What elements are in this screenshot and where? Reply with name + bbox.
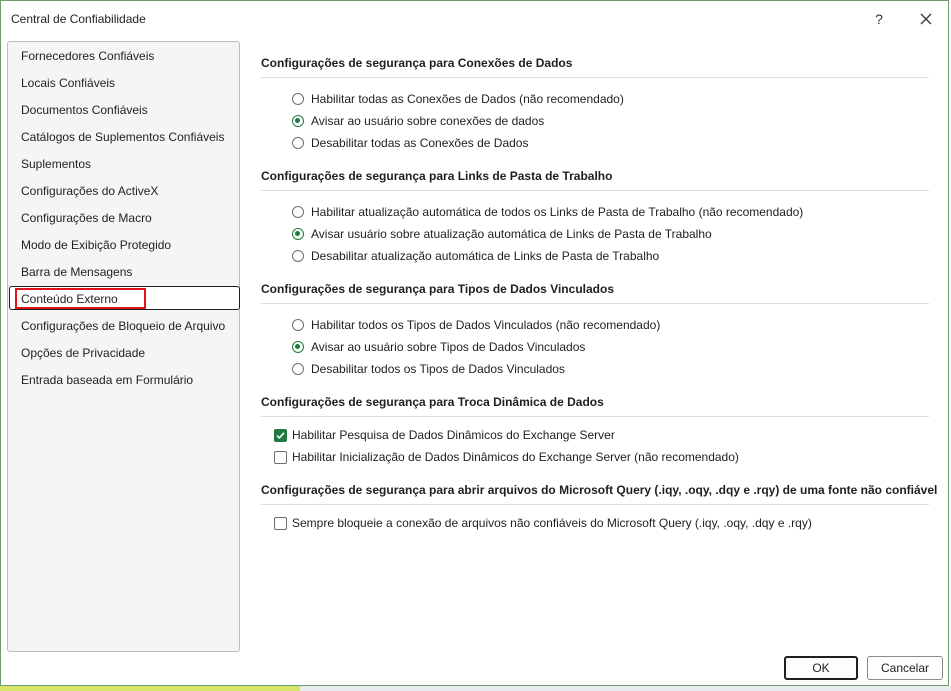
radio-disable-linked-data-types[interactable]: Desabilitar todos os Tipos de Dados Vinc… bbox=[292, 361, 565, 377]
radio-enable-linked-data-types[interactable]: Habilitar todos os Tipos de Dados Vincul… bbox=[292, 317, 660, 333]
checkbox-label: Habilitar Inicialização de Dados Dinâmic… bbox=[292, 450, 739, 464]
sidebar-item-privacy-options[interactable]: Opções de Privacidade bbox=[21, 343, 145, 363]
radio-label: Avisar usuário sobre atualização automát… bbox=[311, 227, 712, 241]
cancel-button[interactable]: Cancelar bbox=[867, 656, 943, 680]
radio-prompt-data-connections[interactable]: Avisar ao usuário sobre conexões de dado… bbox=[292, 113, 544, 129]
radio-enable-all-data-connections[interactable]: Habilitar todas as Conexões de Dados (nã… bbox=[292, 91, 624, 107]
ok-button[interactable]: OK bbox=[784, 656, 858, 680]
sidebar-item-addins[interactable]: Suplementos bbox=[21, 154, 91, 174]
radio-button-icon bbox=[292, 137, 304, 149]
section-title-workbook-links: Configurações de segurança para Links de… bbox=[261, 169, 613, 183]
checkbox-checked-icon bbox=[274, 428, 287, 442]
sidebar-item-trusted-addin-catalogs[interactable]: Catálogos de Suplementos Confiáveis bbox=[21, 127, 224, 147]
radio-button-icon bbox=[292, 363, 304, 375]
radio-button-icon bbox=[292, 319, 304, 331]
sidebar: Fornecedores Confiáveis Locais Confiávei… bbox=[7, 41, 240, 652]
section-divider bbox=[261, 77, 929, 78]
section-title-dynamic-data-exchange: Configurações de segurança para Troca Di… bbox=[261, 395, 604, 409]
radio-button-selected-icon bbox=[292, 228, 304, 240]
radio-prompt-workbook-links[interactable]: Avisar usuário sobre atualização automát… bbox=[292, 226, 712, 242]
background-sheet-strip bbox=[0, 686, 951, 691]
checkmark-icon bbox=[276, 431, 285, 439]
radio-label: Avisar ao usuário sobre Tipos de Dados V… bbox=[311, 340, 586, 354]
sidebar-item-trusted-publishers[interactable]: Fornecedores Confiáveis bbox=[21, 46, 154, 66]
radio-label: Desabilitar atualização automática de Li… bbox=[311, 249, 660, 263]
sidebar-item-form-based-signin[interactable]: Entrada baseada em Formulário bbox=[21, 370, 193, 390]
checkbox-enable-dde-launch[interactable]: Habilitar Inicialização de Dados Dinâmic… bbox=[274, 449, 739, 465]
sidebar-item-protected-view[interactable]: Modo de Exibição Protegido bbox=[21, 235, 171, 255]
checkbox-icon bbox=[274, 516, 287, 530]
checkbox-label: Habilitar Pesquisa de Dados Dinâmicos do… bbox=[292, 428, 615, 442]
section-divider bbox=[261, 416, 929, 417]
radio-enable-workbook-links[interactable]: Habilitar atualização automática de todo… bbox=[292, 204, 803, 220]
radio-button-selected-icon bbox=[292, 341, 304, 353]
close-button[interactable] bbox=[912, 9, 940, 29]
radio-label: Habilitar atualização automática de todo… bbox=[311, 205, 804, 219]
section-divider bbox=[261, 190, 929, 191]
radio-button-icon bbox=[292, 250, 304, 262]
radio-label: Habilitar todos os Tipos de Dados Vincul… bbox=[311, 318, 661, 332]
trust-center-dialog: Central de Confiabilidade ? Fornecedores… bbox=[0, 0, 949, 686]
radio-label: Desabilitar todas as Conexões de Dados bbox=[311, 136, 529, 150]
radio-prompt-linked-data-types[interactable]: Avisar ao usuário sobre Tipos de Dados V… bbox=[292, 339, 585, 355]
radio-button-selected-icon bbox=[292, 115, 304, 127]
section-title-microsoft-query: Configurações de segurança para abrir ar… bbox=[261, 483, 938, 497]
sidebar-item-file-block-settings[interactable]: Configurações de Bloqueio de Arquivo bbox=[21, 316, 225, 336]
radio-disable-workbook-links[interactable]: Desabilitar atualização automática de Li… bbox=[292, 248, 659, 264]
dialog-title: Central de Confiabilidade bbox=[11, 12, 146, 26]
radio-button-icon bbox=[292, 206, 304, 218]
radio-label: Desabilitar todos os Tipos de Dados Vinc… bbox=[311, 362, 565, 376]
radio-button-icon bbox=[292, 93, 304, 105]
sidebar-item-macro-settings[interactable]: Configurações de Macro bbox=[21, 208, 152, 228]
radio-label: Avisar ao usuário sobre conexões de dado… bbox=[311, 114, 545, 128]
section-title-data-connections: Configurações de segurança para Conexões… bbox=[261, 56, 573, 70]
sidebar-item-trusted-documents[interactable]: Documentos Confiáveis bbox=[21, 100, 148, 120]
sidebar-item-external-content[interactable]: Conteúdo Externo bbox=[21, 289, 118, 309]
checkbox-icon bbox=[274, 450, 287, 464]
checkbox-block-microsoft-query[interactable]: Sempre bloqueie a conexão de arquivos nã… bbox=[274, 515, 812, 531]
selected-cell-strip bbox=[0, 686, 300, 691]
sidebar-item-activex-settings[interactable]: Configurações do ActiveX bbox=[21, 181, 158, 201]
sidebar-item-trusted-locations[interactable]: Locais Confiáveis bbox=[21, 73, 115, 93]
section-divider bbox=[261, 504, 929, 505]
close-icon bbox=[920, 13, 932, 25]
sidebar-item-message-bar[interactable]: Barra de Mensagens bbox=[21, 262, 132, 282]
checkbox-label: Sempre bloqueie a conexão de arquivos nã… bbox=[292, 516, 812, 530]
checkbox-enable-dde-lookup[interactable]: Habilitar Pesquisa de Dados Dinâmicos do… bbox=[274, 427, 615, 443]
radio-label: Habilitar todas as Conexões de Dados (nã… bbox=[311, 92, 624, 106]
section-divider bbox=[261, 303, 929, 304]
help-button[interactable]: ? bbox=[867, 9, 891, 29]
radio-disable-all-data-connections[interactable]: Desabilitar todas as Conexões de Dados bbox=[292, 135, 528, 151]
section-title-linked-data-types: Configurações de segurança para Tipos de… bbox=[261, 282, 614, 296]
